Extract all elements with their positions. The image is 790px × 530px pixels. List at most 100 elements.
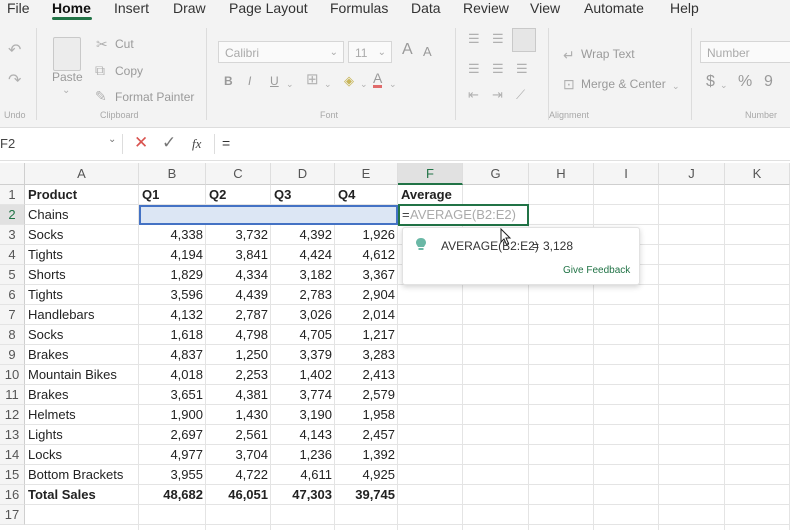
table-cell[interactable]: 4,334: [206, 265, 271, 285]
merge-center-icon[interactable]: ⊡: [563, 77, 575, 91]
table-cell[interactable]: 47,303: [271, 485, 335, 505]
table-cell[interactable]: 4,798: [206, 325, 271, 345]
table-cell[interactable]: 3,774: [271, 385, 335, 405]
column-header-f[interactable]: F: [398, 163, 463, 185]
table-cell[interactable]: 4,439: [206, 285, 271, 305]
table-cell[interactable]: 1,236: [271, 445, 335, 465]
wrap-text-button[interactable]: Wrap Text: [581, 47, 635, 61]
menu-tab-file[interactable]: File: [7, 0, 30, 20]
column-header-i[interactable]: I: [594, 163, 659, 185]
paste-icon[interactable]: [53, 37, 81, 71]
borders-icon[interactable]: ⊞: [306, 72, 319, 87]
table-cell[interactable]: 3,182: [271, 265, 335, 285]
formula-input[interactable]: =: [222, 135, 230, 151]
column-header-b[interactable]: B: [139, 163, 206, 185]
table-cell[interactable]: 1,926: [335, 225, 398, 245]
column-header-a[interactable]: A: [25, 163, 139, 185]
table-cell[interactable]: 4,392: [271, 225, 335, 245]
menu-tab-help[interactable]: Help: [670, 0, 699, 20]
menu-tab-draw[interactable]: Draw: [173, 0, 206, 20]
table-cell[interactable]: 48,682: [139, 485, 206, 505]
table-cell[interactable]: 4,612: [335, 245, 398, 265]
table-cell[interactable]: 46,051: [206, 485, 271, 505]
row-header-12[interactable]: 12: [0, 405, 25, 425]
column-header-j[interactable]: J: [659, 163, 725, 185]
table-cell[interactable]: 3,955: [139, 465, 206, 485]
format-painter-icon[interactable]: ✎: [95, 89, 107, 103]
menu-tab-review[interactable]: Review: [463, 0, 509, 20]
table-cell[interactable]: 3,283: [335, 345, 398, 365]
table-cell[interactable]: 4,837: [139, 345, 206, 365]
paste-button[interactable]: Paste: [52, 70, 83, 84]
table-cell[interactable]: Brakes: [25, 385, 139, 405]
align-bottom-icon[interactable]: [512, 28, 536, 52]
column-header-h[interactable]: H: [529, 163, 594, 185]
table-cell[interactable]: 1,958: [335, 405, 398, 425]
table-cell[interactable]: 3,651: [139, 385, 206, 405]
font-name-select[interactable]: Calibri ⌄: [218, 41, 344, 63]
chevron-down-icon[interactable]: ⌄: [672, 79, 680, 93]
table-cell[interactable]: Helmets: [25, 405, 139, 425]
table-cell[interactable]: 1,618: [139, 325, 206, 345]
merge-center-button[interactable]: Merge & Center: [581, 77, 666, 91]
copy-icon[interactable]: ⧉: [95, 63, 105, 77]
row-header-2[interactable]: 2: [0, 205, 25, 225]
table-cell[interactable]: 3,026: [271, 305, 335, 325]
menu-tab-data[interactable]: Data: [411, 0, 441, 20]
table-cell[interactable]: Socks: [25, 225, 139, 245]
underline-button[interactable]: U: [270, 74, 279, 88]
table-cell[interactable]: 3,841: [206, 245, 271, 265]
table-cell[interactable]: 4,611: [271, 465, 335, 485]
font-size-select[interactable]: 11 ⌄: [348, 41, 392, 63]
increase-indent-icon[interactable]: ⇥: [492, 88, 503, 102]
row-header-4[interactable]: 4: [0, 245, 25, 265]
row-header-15[interactable]: 15: [0, 465, 25, 485]
header-cell[interactable]: Q4: [335, 185, 398, 205]
table-cell[interactable]: 1,392: [335, 445, 398, 465]
table-cell[interactable]: 4,424: [271, 245, 335, 265]
give-feedback-link[interactable]: Give Feedback: [563, 265, 630, 276]
table-cell[interactable]: 2,253: [206, 365, 271, 385]
table-cell[interactable]: Handlebars: [25, 305, 139, 325]
active-cell[interactable]: = AVERAGE(B2:E2): [398, 204, 529, 226]
table-cell[interactable]: 4,132: [139, 305, 206, 325]
column-header-e[interactable]: E: [335, 163, 398, 185]
table-cell[interactable]: Total Sales: [25, 485, 139, 505]
row-header-1[interactable]: 1: [0, 185, 25, 205]
comma-style-button[interactable]: 9: [764, 73, 773, 91]
italic-button[interactable]: I: [248, 74, 251, 88]
table-cell[interactable]: 1,217: [335, 325, 398, 345]
table-cell[interactable]: Chains: [25, 205, 139, 225]
copy-button[interactable]: Copy: [115, 64, 143, 78]
shrink-font-button[interactable]: A: [423, 44, 432, 59]
table-cell[interactable]: Socks: [25, 325, 139, 345]
row-header-14[interactable]: 14: [0, 445, 25, 465]
table-cell[interactable]: Locks: [25, 445, 139, 465]
chevron-down-icon[interactable]: ⌄: [62, 84, 70, 98]
insert-function-icon[interactable]: fx: [192, 136, 201, 152]
table-cell[interactable]: Tights: [25, 245, 139, 265]
row-header-5[interactable]: 5: [0, 265, 25, 285]
row-header-10[interactable]: 10: [0, 365, 25, 385]
bold-button[interactable]: B: [224, 74, 233, 88]
table-cell[interactable]: 1,900: [139, 405, 206, 425]
format-painter-button[interactable]: Format Painter: [115, 90, 194, 104]
header-cell[interactable]: Product: [25, 185, 139, 205]
column-header-k[interactable]: K: [725, 163, 790, 185]
align-right-icon[interactable]: ☰: [516, 62, 528, 76]
currency-button[interactable]: $: [706, 73, 715, 91]
menu-tab-automate[interactable]: Automate: [584, 0, 644, 20]
table-cell[interactable]: 4,338: [139, 225, 206, 245]
select-all-corner[interactable]: [0, 163, 25, 185]
table-cell[interactable]: 1,402: [271, 365, 335, 385]
table-cell[interactable]: 3,367: [335, 265, 398, 285]
table-cell[interactable]: 4,925: [335, 465, 398, 485]
row-header-6[interactable]: 6: [0, 285, 25, 305]
table-cell[interactable]: Lights: [25, 425, 139, 445]
formula-suggestion-card[interactable]: AVERAGE(B2:E2) = 3,128 Give Feedback: [402, 227, 640, 285]
menu-tab-view[interactable]: View: [530, 0, 560, 20]
chevron-down-icon[interactable]: ⌄: [360, 77, 368, 91]
menu-tab-page-layout[interactable]: Page Layout: [229, 0, 308, 20]
table-cell[interactable]: 39,745: [335, 485, 398, 505]
table-cell[interactable]: 1,829: [139, 265, 206, 285]
